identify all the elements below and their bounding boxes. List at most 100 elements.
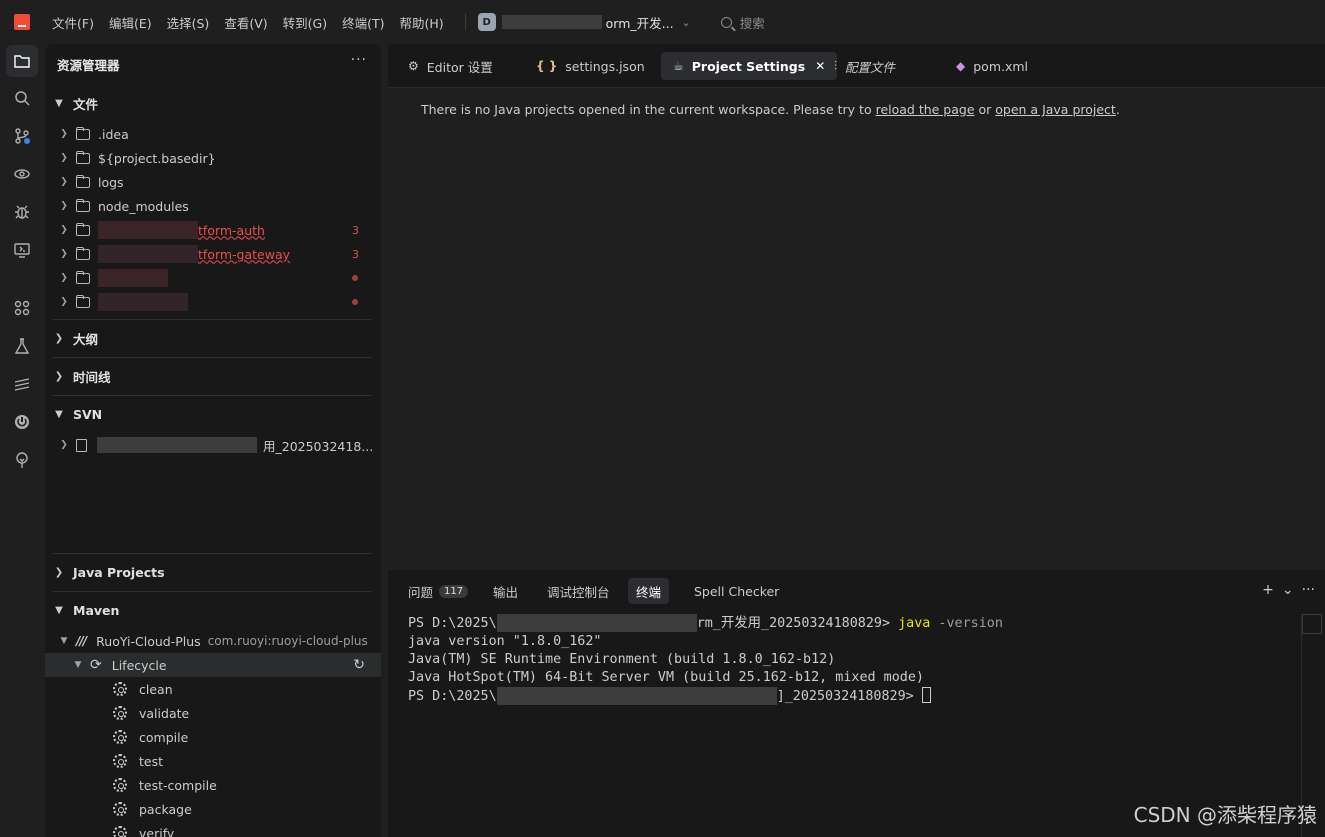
lifecycle-item[interactable]: ▼ ⟳ Lifecycle ↻ — [45, 653, 381, 677]
terminal-argument: -version — [930, 616, 1003, 631]
section-label: 时间线 — [73, 369, 111, 385]
search-placeholder: 搜索 — [739, 15, 765, 31]
lifecycle-label: Lifecycle — [111, 657, 167, 673]
tab-pom-xml[interactable]: ◆ pom.xml — [944, 52, 1040, 80]
lifecycle-phase-validate[interactable]: validate — [45, 701, 381, 725]
section-timeline[interactable]: ❯ 时间线 — [45, 364, 381, 388]
maven-project-name: RuoYi-Cloud-Plus — [96, 633, 201, 649]
tree-item-redacted-2[interactable]: ❯ — [45, 290, 381, 314]
project-switcher[interactable]: D orm_开发... ⌄ — [477, 10, 699, 34]
menu-terminal[interactable]: 终端(T) — [342, 13, 384, 32]
problem-count-badge: 3 — [352, 247, 359, 261]
menu-selection[interactable]: 选择(S) — [167, 13, 210, 32]
command-center-search[interactable]: 搜索 — [720, 13, 765, 32]
gear-icon — [113, 730, 127, 744]
chevron-down-icon: ⌄ — [681, 15, 691, 29]
source-control-icon[interactable] — [6, 120, 38, 152]
section-divider — [53, 553, 372, 554]
tree-icon[interactable] — [6, 444, 38, 476]
folder-icon — [76, 294, 90, 308]
lifecycle-phase-clean[interactable]: clean — [45, 677, 381, 701]
tree-item-node-modules[interactable]: ❯ node_modules — [45, 194, 381, 218]
extensions-icon[interactable] — [6, 292, 38, 324]
no-java-project-message: There is no Java projects opened in the … — [421, 102, 1120, 117]
problems-count-badge: 117 — [439, 584, 469, 598]
reload-page-link[interactable]: reload the page — [876, 102, 975, 117]
maven-project-item[interactable]: ▼ /// RuoYi-Cloud-Plus com.ruoyi:ruoyi-c… — [45, 629, 381, 653]
folder-icon — [76, 198, 90, 212]
lifecycle-phase-compile[interactable]: compile — [45, 725, 381, 749]
terminal-output[interactable]: PS D:\2025\ rm_开发用_20250324180829> java -… — [408, 614, 1003, 706]
more-actions-icon[interactable]: ··· — [1302, 582, 1315, 598]
tree-item-gateway[interactable]: ❯ tform-gateway 3 — [45, 242, 381, 266]
panel-tab-label: Spell Checker — [694, 583, 780, 599]
tab-editor-settings[interactable]: ⚙ Editor 设置 — [396, 52, 505, 80]
section-files[interactable]: ▼ 文件 — [45, 91, 381, 115]
phase-label: test-compile — [139, 777, 217, 793]
chevron-down-icon[interactable]: ⌄ — [1282, 582, 1294, 598]
tab-label: 配置文件 — [845, 59, 896, 75]
menu-go[interactable]: 转到(G) — [283, 13, 327, 32]
terminal-line: Java HotSpot(TM) 64-Bit Server VM (build… — [408, 670, 924, 685]
phase-label: package — [139, 801, 192, 817]
section-label: 文件 — [73, 96, 99, 112]
debug-icon[interactable] — [6, 196, 38, 228]
gear-icon — [113, 682, 127, 696]
lifecycle-phase-test[interactable]: test — [45, 749, 381, 773]
svn-repo-item[interactable]: ❯ 用_2025032418... — [45, 433, 381, 457]
chevron-down-icon: ▼ — [74, 660, 82, 670]
section-maven[interactable]: ▼ Maven — [45, 598, 381, 622]
tree-item-logs[interactable]: ❯ logs — [45, 170, 381, 194]
remote-display-icon[interactable] — [6, 234, 38, 266]
chevron-right-icon: ❯ — [60, 225, 68, 235]
menu-edit[interactable]: 编辑(E) — [109, 13, 152, 32]
refresh-icon[interactable]: ↻ — [353, 657, 365, 673]
more-actions-icon[interactable]: ··· — [351, 52, 367, 68]
search-icon[interactable] — [6, 82, 38, 114]
testing-icon[interactable] — [6, 330, 38, 362]
tab-output[interactable]: 输出 — [485, 578, 526, 604]
lifecycle-phase-verify[interactable]: verify — [45, 821, 381, 837]
tab-terminal[interactable]: 终端 — [628, 578, 670, 604]
lifecycle-phase-test-compile[interactable]: test-compile — [45, 773, 381, 797]
title-separator — [464, 13, 466, 31]
tree-item-redacted-1[interactable]: ❯ — [45, 266, 381, 290]
tab-settings-json[interactable]: { } settings.json — [524, 52, 657, 80]
section-label: 大纲 — [73, 331, 99, 347]
spring-icon[interactable] — [6, 406, 38, 438]
folder-icon — [76, 150, 90, 164]
tree-item-auth[interactable]: ❯ tform-auth 3 — [45, 218, 381, 242]
menu-file[interactable]: 文件(F) — [52, 13, 94, 32]
app-logo-icon — [14, 14, 30, 30]
title-bar: 文件(F) 编辑(E) 选择(S) 查看(V) 转到(G) 终端(T) 帮助(H… — [0, 0, 1325, 44]
section-svn[interactable]: ▼ SVN — [45, 402, 381, 426]
remote-explorer-icon[interactable] — [6, 158, 38, 190]
section-outline[interactable]: ❯ 大纲 — [45, 326, 381, 350]
message-text: . — [1115, 102, 1120, 117]
folder-icon — [76, 270, 90, 284]
phase-label: validate — [139, 705, 190, 721]
kubernetes-icon[interactable] — [6, 368, 38, 400]
menu-view[interactable]: 查看(V) — [224, 13, 267, 32]
explorer-icon[interactable] — [6, 45, 38, 77]
tab-config-file[interactable]: ⫶ 配置文件 — [822, 52, 907, 80]
section-java-projects[interactable]: ❯ Java Projects — [45, 560, 381, 584]
tree-item-basedir[interactable]: ❯ ${project.basedir} — [45, 146, 381, 170]
chevron-right-icon: ❯ — [54, 370, 64, 382]
terminal-command: java — [898, 616, 931, 631]
project-avatar: D — [477, 13, 496, 31]
tree-item-idea[interactable]: ❯ .idea — [45, 122, 381, 146]
tab-problems[interactable]: 问题 117 — [400, 578, 476, 604]
tab-debug-console[interactable]: 调试控制台 — [539, 578, 618, 604]
chevron-right-icon: ❯ — [54, 332, 64, 344]
redacted-block — [496, 687, 777, 705]
add-terminal-icon[interactable]: + — [1262, 582, 1274, 598]
lifecycle-phase-package[interactable]: package — [45, 797, 381, 821]
scrollbar-thumb[interactable] — [1302, 614, 1322, 634]
menu-help[interactable]: 帮助(H) — [399, 13, 443, 32]
tab-spell-checker[interactable]: Spell Checker — [686, 578, 787, 604]
chevron-right-icon: ❯ — [60, 440, 68, 450]
open-java-project-link[interactable]: open a Java project — [995, 102, 1116, 117]
tab-project-settings[interactable]: ☕ Project Settings ✕ — [661, 52, 838, 80]
terminal-prompt: PS D:\2025\ — [408, 689, 497, 704]
